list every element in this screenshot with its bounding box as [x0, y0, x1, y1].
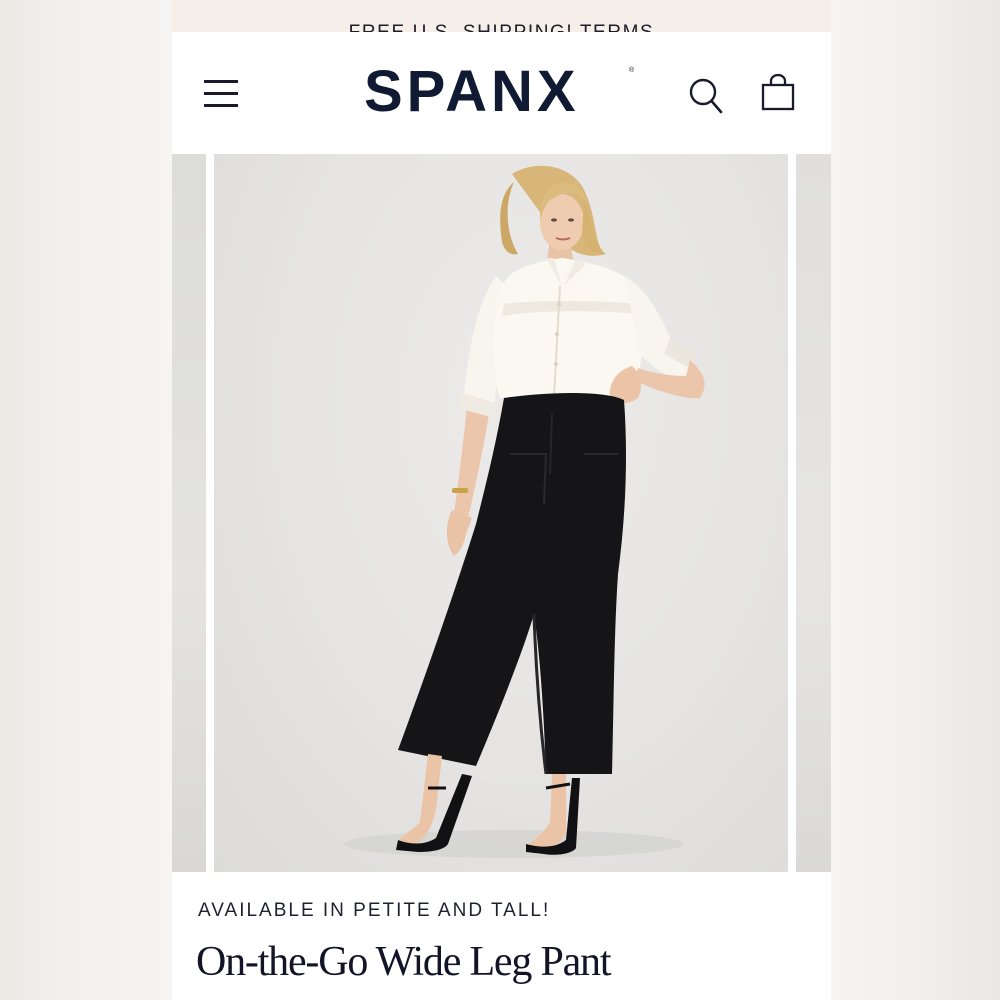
promo-banner[interactable]: FREE U.S. SHIPPING! TERMS	[172, 0, 831, 32]
availability-callout: AVAILABLE IN PETITE AND TALL!	[198, 900, 551, 921]
hamburger-menu-icon[interactable]	[204, 80, 238, 107]
next-slide-peek[interactable]	[796, 154, 831, 872]
product-info: AVAILABLE IN PETITE AND TALL! On-the-Go …	[172, 872, 831, 1000]
product-image-carousel[interactable]	[172, 154, 831, 872]
model-illustration	[344, 165, 705, 858]
product-image[interactable]	[214, 154, 788, 872]
registered-mark: ®	[629, 67, 635, 74]
mobile-page: FREE U.S. SHIPPING! TERMS SPANX ®	[172, 0, 831, 1000]
brand-logo[interactable]: SPANX	[364, 62, 644, 122]
shopping-bag-icon[interactable]	[761, 73, 795, 112]
search-icon[interactable]	[688, 77, 724, 115]
promo-text[interactable]: FREE U.S. SHIPPING! TERMS	[349, 22, 655, 32]
previous-slide-peek[interactable]	[172, 154, 206, 872]
site-header: SPANX ®	[172, 32, 831, 154]
product-title: On-the-Go Wide Leg Pant	[196, 939, 612, 985]
